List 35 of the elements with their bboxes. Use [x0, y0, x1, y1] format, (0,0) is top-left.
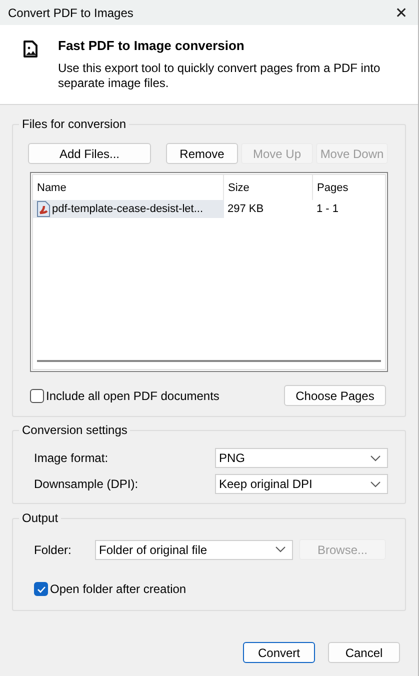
file-row[interactable]: pdf-template-cease-desist-let... [33, 200, 224, 218]
dropdown[interactable]: Folder of original file [95, 540, 293, 560]
group-title: Conversion settings [19, 423, 130, 437]
dialog-button[interactable]: Convert [243, 642, 315, 663]
pdf-file-icon [37, 201, 50, 217]
column-header[interactable]: Size [224, 175, 312, 200]
checkbox[interactable] [30, 388, 44, 402]
field-label: Folder: [34, 542, 72, 556]
choose-pages-button[interactable]: Choose Pages [284, 385, 386, 406]
header-title: Fast PDF to Image conversion [58, 38, 246, 53]
checkbox-label: Open folder after creation [50, 582, 186, 596]
toolbar-button[interactable]: Add Files... [28, 143, 151, 164]
field-label: Downsample (DPI): [34, 477, 140, 491]
horizontal-scrollbar[interactable] [37, 360, 381, 362]
image-file-icon [23, 40, 38, 58]
checkmark-icon [36, 586, 46, 592]
window-title: Convert PDF to Images [8, 6, 134, 20]
checkbox[interactable] [34, 582, 48, 596]
field-label: Image format: [34, 451, 110, 465]
group-title: Output [19, 511, 62, 525]
group-title: Files for conversion [19, 117, 130, 131]
table-cell: 1 - 1 [312, 200, 385, 218]
file-name: pdf-template-cease-desist-let... [52, 203, 204, 215]
header-description: Use this export tool to quickly convert pages from a PDF into separate image files. [58, 61, 382, 91]
dialog-button[interactable]: Cancel [328, 642, 400, 663]
close-button[interactable]: ✕ [395, 4, 408, 22]
chevron-down-icon [370, 454, 381, 462]
dropdown[interactable]: PNG [215, 448, 388, 468]
toolbar-button[interactable]: Remove [166, 143, 238, 164]
chevron-down-icon [275, 546, 286, 553]
table-cell: 297 KB [224, 200, 312, 218]
column-header[interactable]: Pages [312, 175, 385, 200]
chevron-down-icon [370, 480, 381, 488]
dropdown[interactable]: Keep original DPI [215, 474, 388, 494]
checkbox-label: Include all open PDF documents [46, 388, 220, 402]
